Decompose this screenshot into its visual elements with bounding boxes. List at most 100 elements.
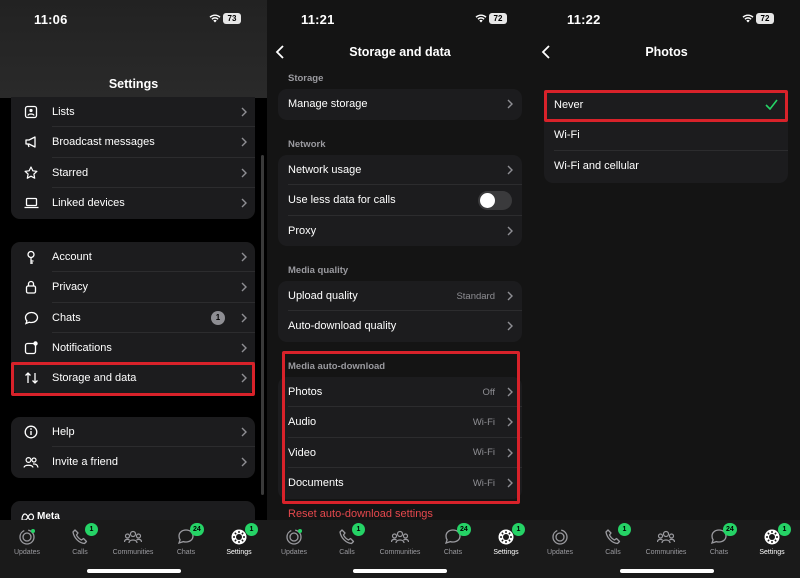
- megaphone-icon: [23, 134, 39, 150]
- chevron-right-icon: [241, 282, 247, 292]
- settings-badge: 1: [778, 523, 791, 536]
- tab-communities[interactable]: Communities: [641, 528, 691, 556]
- settings-item-chats[interactable]: Chats 1: [11, 303, 255, 334]
- communities-icon: [124, 530, 142, 544]
- chevron-right-icon: [241, 168, 247, 178]
- tab-chats[interactable]: Chats 24: [694, 523, 744, 556]
- tab-label: Settings: [759, 549, 785, 556]
- tab-label: Calls: [72, 549, 88, 556]
- info-icon: [23, 424, 39, 440]
- tab-chats[interactable]: Chats 24: [161, 523, 211, 556]
- item-label: Upload quality: [288, 290, 358, 303]
- scrollbar[interactable]: [261, 155, 264, 495]
- highlight-storage-and-data: [11, 362, 255, 396]
- calls-badge: 1: [618, 523, 631, 536]
- chats-badge: 24: [457, 523, 471, 536]
- settings-item-label: Help: [52, 426, 75, 439]
- settings-item-invite[interactable]: Invite a friend: [11, 447, 255, 477]
- proxy-item[interactable]: Proxy: [278, 216, 522, 246]
- chevron-right-icon: [241, 198, 247, 208]
- settings-item-broadcast[interactable]: Broadcast messages: [11, 127, 255, 158]
- settings-item-notifications[interactable]: Notifications: [11, 333, 255, 364]
- tab-communities[interactable]: Communities: [108, 528, 158, 556]
- item-label: Manage storage: [288, 98, 368, 111]
- tab-label: Chats: [176, 549, 196, 556]
- home-indicator: [86, 569, 181, 573]
- communities-icon: [657, 530, 675, 544]
- chevron-right-icon: [241, 427, 247, 437]
- option-wifi[interactable]: Wi-Fi: [544, 120, 788, 151]
- network-usage-item[interactable]: Network usage: [278, 155, 522, 186]
- settings-item-lists[interactable]: Lists: [11, 97, 255, 128]
- tab-label: Communities: [645, 549, 687, 556]
- status-time: 11:21: [301, 12, 335, 27]
- upload-quality-item[interactable]: Upload quality Standard: [278, 281, 522, 312]
- home-indicator: [619, 569, 714, 573]
- chevron-right-icon: [507, 321, 513, 331]
- less-data-toggle[interactable]: [478, 191, 512, 211]
- tab-chats[interactable]: Chats 24: [428, 523, 478, 556]
- item-label: Proxy: [288, 224, 317, 237]
- auto-download-quality-item[interactable]: Auto-download quality: [278, 311, 522, 341]
- settings-item-label: Linked devices: [52, 197, 125, 210]
- section-header-network: Network: [288, 139, 326, 150]
- wifi-icon: [475, 14, 487, 23]
- updates-icon: [286, 529, 302, 545]
- wifi-icon: [209, 14, 221, 23]
- settings-item-label: Privacy: [52, 281, 89, 294]
- settings-item-account[interactable]: Account: [11, 242, 255, 273]
- section-header-media-quality: Media quality: [288, 265, 349, 276]
- tab-label: Updates: [546, 549, 574, 556]
- network-group: Network usage Use less data for calls Pr…: [278, 155, 522, 246]
- tab-calls[interactable]: Calls 1: [588, 523, 638, 556]
- tab-calls[interactable]: Calls 1: [322, 523, 372, 556]
- media-quality-group: Upload quality Standard Auto-download qu…: [278, 281, 522, 342]
- chevron-right-icon: [241, 313, 247, 323]
- home-indicator: [353, 569, 447, 573]
- settings-item-help[interactable]: Help: [11, 417, 255, 448]
- tab-calls[interactable]: Calls 1: [55, 523, 105, 556]
- manage-storage-item[interactable]: Manage storage: [278, 89, 522, 119]
- settings-item-starred[interactable]: Starred: [11, 158, 255, 189]
- settings-item-label: Invite a friend: [52, 456, 119, 469]
- settings-screen: 11:06 73 Settings Lists Broadcast messag…: [0, 0, 267, 578]
- calls-badge: 1: [85, 523, 98, 536]
- chevron-right-icon: [507, 165, 513, 175]
- chats-badge: 24: [723, 523, 737, 536]
- reset-auto-download-link[interactable]: Reset auto-download settings: [288, 508, 433, 520]
- option-label: Wi-Fi: [554, 129, 580, 142]
- settings-item-linked-devices[interactable]: Linked devices: [11, 188, 255, 218]
- tab-label: Settings: [493, 549, 519, 556]
- tab-updates[interactable]: Updates: [535, 528, 585, 556]
- battery-icon: 73: [223, 13, 241, 24]
- updates-icon: [552, 529, 568, 545]
- option-label: Wi-Fi and cellular: [554, 159, 639, 172]
- settings-item-privacy[interactable]: Privacy: [11, 272, 255, 303]
- option-wifi-cellular[interactable]: Wi-Fi and cellular: [544, 151, 788, 181]
- settings-item-label: Notifications: [52, 342, 112, 355]
- tab-label: Communities: [112, 549, 154, 556]
- tab-communities[interactable]: Communities: [375, 528, 425, 556]
- star-icon: [23, 165, 39, 181]
- tab-updates[interactable]: Updates: [2, 528, 52, 556]
- less-data-calls-item: Use less data for calls: [278, 185, 522, 216]
- chevron-right-icon: [507, 226, 513, 236]
- tab-settings[interactable]: Settings 1: [214, 523, 264, 556]
- photos-screen: 11:22 72 Photos Never Wi-Fi Wi-Fi and ce…: [533, 0, 800, 578]
- section-header-storage: Storage: [288, 73, 324, 84]
- tab-updates[interactable]: Updates: [269, 528, 319, 556]
- status-time: 11:06: [34, 12, 68, 27]
- people-icon: [23, 454, 39, 470]
- tab-settings[interactable]: Settings 1: [747, 523, 797, 556]
- page-title: Photos: [645, 45, 688, 59]
- chevron-right-icon: [507, 99, 513, 109]
- tab-label: Calls: [605, 549, 621, 556]
- lock-icon: [23, 279, 39, 295]
- settings-badge: 1: [245, 523, 258, 536]
- chevron-right-icon: [241, 107, 247, 117]
- key-icon: [23, 249, 39, 265]
- settings-group-lists: Lists Broadcast messages Starred Linked …: [11, 97, 255, 219]
- page-title: Storage and data: [349, 45, 451, 59]
- item-label: Auto-download quality: [288, 320, 397, 333]
- tab-settings[interactable]: Settings 1: [481, 523, 531, 556]
